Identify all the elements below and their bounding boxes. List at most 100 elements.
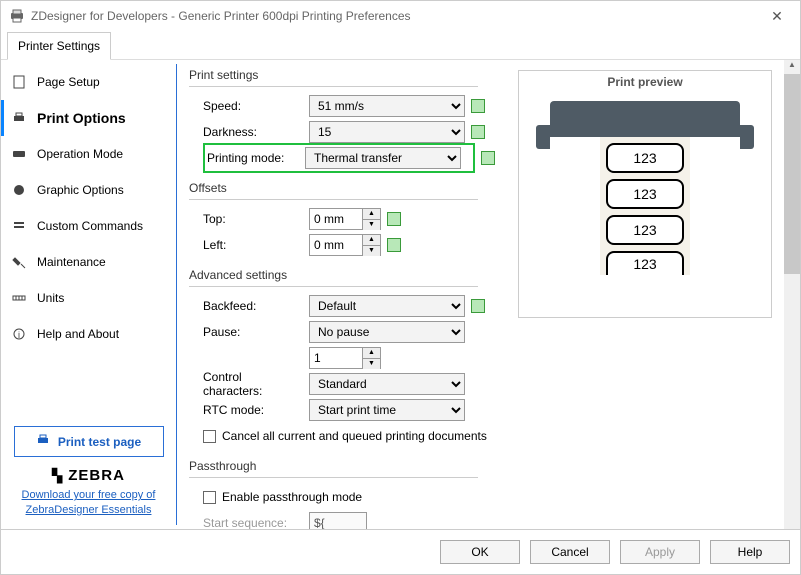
sidebar: Page Setup Print Options Operation Mode … <box>1 60 176 529</box>
main-panel: Print preview 123 123 123 123 Print sett… <box>177 60 784 529</box>
print-preview-panel: Print preview 123 123 123 123 <box>518 70 772 318</box>
dialog-body: Page Setup Print Options Operation Mode … <box>1 60 800 529</box>
sidebar-item-label: Graphic Options <box>37 183 124 197</box>
override-indicator[interactable] <box>387 238 401 252</box>
printer-icon <box>11 110 27 126</box>
page-icon <box>11 74 27 90</box>
printer-icon <box>36 433 50 450</box>
darkness-select[interactable]: 15 <box>309 121 465 143</box>
spin-up-icon[interactable]: ▲ <box>363 348 380 359</box>
control-chars-select[interactable]: Standard <box>309 373 465 395</box>
svg-text:i: i <box>18 330 20 340</box>
speed-select[interactable]: 51 mm/s <box>309 95 465 117</box>
sidebar-item-operation-mode[interactable]: Operation Mode <box>1 136 176 172</box>
sidebar-bottom: Print test page ▚ ZEBRA Download your fr… <box>1 418 176 525</box>
speed-label: Speed: <box>203 99 303 113</box>
darkness-label: Darkness: <box>203 125 303 139</box>
sidebar-item-label: Maintenance <box>37 255 106 269</box>
sidebar-item-page-setup[interactable]: Page Setup <box>1 64 176 100</box>
sidebar-item-graphic-options[interactable]: Graphic Options <box>1 172 176 208</box>
tabstrip: Printer Settings <box>1 31 800 60</box>
print-test-page-label: Print test page <box>58 435 141 449</box>
preview-label: 123 <box>606 179 684 209</box>
override-indicator[interactable] <box>471 99 485 113</box>
ok-button[interactable]: OK <box>440 540 520 564</box>
scroll-up-icon[interactable]: ▲ <box>784 60 800 74</box>
window-title: ZDesigner for Developers - Generic Print… <box>31 9 762 23</box>
cancel-all-checkbox[interactable]: Cancel all current and queued printing d… <box>203 429 487 443</box>
left-label: Left: <box>203 238 303 252</box>
sidebar-nav: Page Setup Print Options Operation Mode … <box>1 64 176 418</box>
cancel-all-label: Cancel all current and queued printing d… <box>222 429 487 443</box>
start-seq-label: Start sequence: <box>203 516 303 529</box>
pause-select[interactable]: No pause <box>309 321 465 343</box>
sidebar-item-label: Page Setup <box>37 75 100 89</box>
printer-illustration: 123 123 123 123 <box>550 101 740 275</box>
preview-title: Print preview <box>519 71 771 91</box>
sidebar-item-label: Custom Commands <box>37 219 143 233</box>
preview-label: 123 <box>606 143 684 173</box>
override-indicator[interactable] <box>387 212 401 226</box>
sidebar-item-units[interactable]: Units <box>1 280 176 316</box>
tab-printer-settings[interactable]: Printer Settings <box>7 32 111 60</box>
scrollbar-thumb[interactable] <box>784 74 800 274</box>
spin-down-icon[interactable]: ▼ <box>363 359 380 369</box>
cancel-button[interactable]: Cancel <box>530 540 610 564</box>
info-icon: i <box>11 326 27 342</box>
printing-mode-select[interactable]: Thermal transfer <box>305 147 461 169</box>
sidebar-item-print-options[interactable]: Print Options <box>1 100 176 136</box>
pause-count-spinner[interactable]: ▲▼ <box>309 347 381 369</box>
zebra-logo: ▚ ZEBRA <box>9 467 168 484</box>
top-spinner[interactable]: ▲▼ <box>309 208 381 230</box>
apply-button[interactable]: Apply <box>620 540 700 564</box>
override-indicator[interactable] <box>481 151 495 165</box>
spin-up-icon[interactable]: ▲ <box>363 209 380 220</box>
spin-up-icon[interactable]: ▲ <box>363 235 380 246</box>
enable-passthrough-checkbox[interactable]: Enable passthrough mode <box>203 490 362 504</box>
group-advanced-title: Advanced settings <box>189 260 478 287</box>
control-chars-label: Control characters: <box>203 370 303 398</box>
commands-icon <box>11 218 27 234</box>
start-seq-input[interactable] <box>309 512 367 529</box>
checkbox-icon <box>203 430 216 443</box>
palette-icon <box>11 182 27 198</box>
titlebar: ZDesigner for Developers - Generic Print… <box>1 1 800 31</box>
preferences-window: ZDesigner for Developers - Generic Print… <box>0 0 801 575</box>
rtc-select[interactable]: Start print time <box>309 399 465 421</box>
top-label: Top: <box>203 212 303 226</box>
sidebar-item-label: Units <box>37 291 64 305</box>
sidebar-item-custom-commands[interactable]: Custom Commands <box>1 208 176 244</box>
sidebar-item-label: Operation Mode <box>37 147 123 161</box>
preview-label: 123 <box>606 215 684 245</box>
scrollbar-vertical[interactable]: ▲ <box>784 60 800 529</box>
sidebar-item-maintenance[interactable]: Maintenance <box>1 244 176 280</box>
printing-mode-label: Printing mode: <box>207 151 299 165</box>
help-button[interactable]: Help <box>710 540 790 564</box>
preview-label: 123 <box>606 251 684 275</box>
left-spinner[interactable]: ▲▼ <box>309 234 381 256</box>
sidebar-item-label: Print Options <box>37 110 126 126</box>
close-button[interactable]: ✕ <box>762 8 792 25</box>
group-offsets-title: Offsets <box>189 173 478 200</box>
printing-mode-highlight: Printing mode: Thermal transfer <box>203 143 475 173</box>
print-test-page-button[interactable]: Print test page <box>14 426 164 457</box>
dialog-footer: OK Cancel Apply Help <box>1 529 800 574</box>
group-print-settings-title: Print settings <box>189 60 478 87</box>
enable-passthrough-label: Enable passthrough mode <box>222 490 362 504</box>
backfeed-select[interactable]: Default <box>309 295 465 317</box>
spin-down-icon[interactable]: ▼ <box>363 220 380 230</box>
group-passthrough-title: Passthrough <box>189 451 478 478</box>
override-indicator[interactable] <box>471 125 485 139</box>
spin-down-icon[interactable]: ▼ <box>363 246 380 256</box>
download-link[interactable]: Download your free copy of ZebraDesigner… <box>9 488 168 517</box>
rtc-label: RTC mode: <box>203 403 303 417</box>
pause-label: Pause: <box>203 325 303 339</box>
printer-icon <box>9 8 25 24</box>
sidebar-item-label: Help and About <box>37 327 119 341</box>
wrench-icon <box>11 254 27 270</box>
operation-icon <box>11 146 27 162</box>
sidebar-item-help-about[interactable]: i Help and About <box>1 316 176 352</box>
backfeed-label: Backfeed: <box>203 299 303 313</box>
ruler-icon <box>11 290 27 306</box>
override-indicator[interactable] <box>471 299 485 313</box>
